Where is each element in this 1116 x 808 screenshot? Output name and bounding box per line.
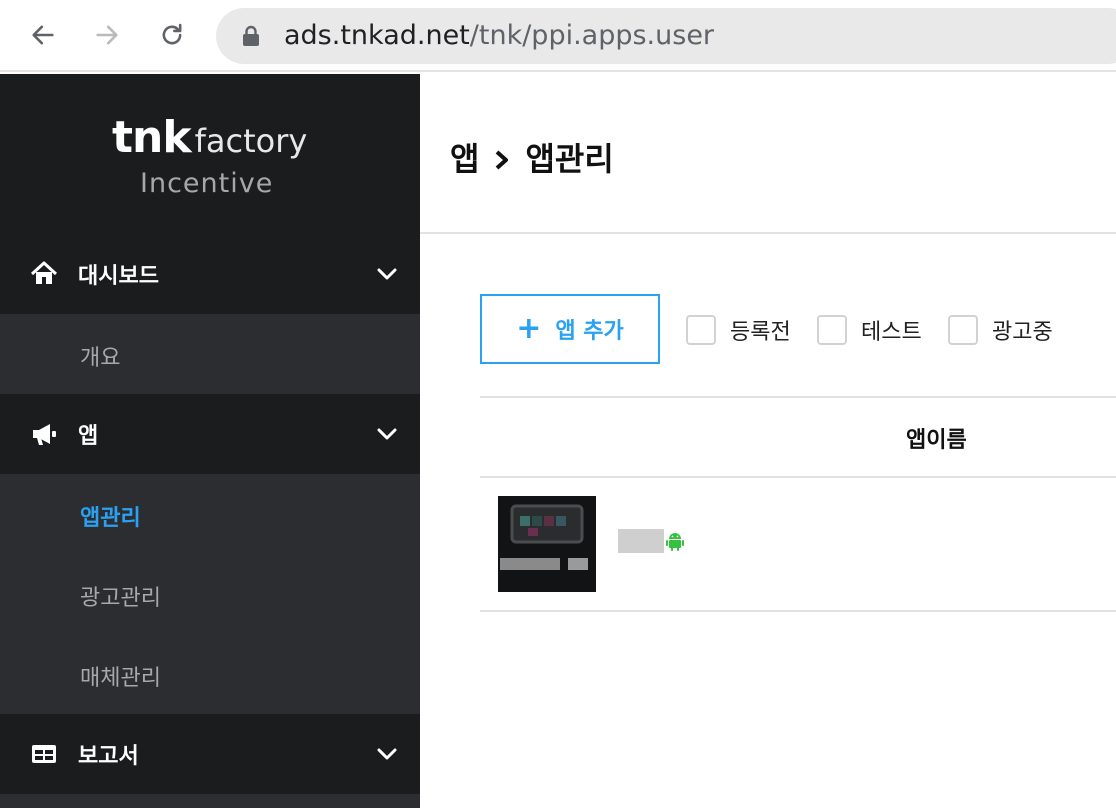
android-icon <box>666 533 684 551</box>
checkbox[interactable] <box>686 315 716 345</box>
sidebar-item-app-management[interactable]: 앱관리 <box>0 474 420 554</box>
sidebar-item-label: 앱관리 <box>80 506 141 531</box>
reload-icon <box>162 23 182 45</box>
sidebar-section-label: 보고서 <box>78 744 139 769</box>
filter-advertising[interactable]: 광고중 <box>948 314 1053 346</box>
chevron-down-icon <box>377 268 397 280</box>
chevron-right-icon <box>496 150 509 170</box>
forward-button[interactable] <box>90 18 124 52</box>
arrow-right-icon <box>96 25 118 45</box>
page-title: 앱관리 <box>525 140 614 178</box>
checkbox[interactable] <box>948 315 978 345</box>
logo-wordmark: tnk factory <box>112 112 308 163</box>
column-header-app-name[interactable]: 앱이름 <box>906 422 967 454</box>
filter-test[interactable]: 테스트 <box>817 314 922 346</box>
app-icon-thumbnail[interactable] <box>498 496 596 592</box>
lock-icon <box>243 25 259 46</box>
reload-button[interactable] <box>155 18 189 52</box>
sidebar-item-overview[interactable]: 개요 <box>0 314 420 394</box>
table-row[interactable] <box>480 478 1116 612</box>
home-icon <box>30 261 58 284</box>
logo-subtitle: Incentive <box>140 168 274 199</box>
filter-label: 테스트 <box>861 320 922 345</box>
url-text: ads.tnkad.net/tnk/ppi.apps.user <box>284 20 715 51</box>
filter-label: 등록전 <box>730 320 791 345</box>
megaphone-icon <box>33 424 56 445</box>
sidebar-section-reports[interactable]: 보고서 <box>0 714 420 794</box>
sidebar-item-partial <box>0 794 420 808</box>
plus-icon: + <box>516 311 542 346</box>
sidebar-section-label: 대시보드 <box>78 264 159 289</box>
breadcrumb-parent[interactable]: 앱 <box>450 140 479 178</box>
header-divider <box>420 232 1116 234</box>
chevron-down-icon <box>377 428 397 440</box>
filter-label: 광고중 <box>992 320 1053 345</box>
sidebar-section-dashboard[interactable]: 대시보드 <box>0 234 420 314</box>
add-app-button[interactable]: + 앱 추가 <box>480 294 660 364</box>
sidebar-item-label: 광고관리 <box>80 586 161 611</box>
sidebar-section-app[interactable]: 앱 <box>0 394 420 474</box>
app-name-link[interactable] <box>618 529 664 553</box>
address-bar[interactable]: ads.tnkad.net/tnk/ppi.apps.user <box>216 8 1116 64</box>
app-icon-image <box>498 496 596 592</box>
breadcrumb: 앱 앱관리 <box>450 134 614 180</box>
chevron-down-icon <box>377 748 397 760</box>
add-app-label: 앱 추가 <box>555 319 624 344</box>
back-button[interactable] <box>26 18 60 52</box>
browser-toolbar: ads.tnkad.net/tnk/ppi.apps.user <box>0 0 1116 72</box>
checkbox[interactable] <box>817 315 847 345</box>
sidebar-item-label: 매체관리 <box>80 666 161 691</box>
sidebar: tnk factory Incentive 대시보드 개요 앱 앱관리 광고관리 … <box>0 74 420 808</box>
table-header: 앱이름 <box>480 396 1116 478</box>
brand-logo[interactable]: tnk factory Incentive <box>0 74 420 234</box>
sidebar-section-label: 앱 <box>78 424 99 449</box>
table-icon <box>32 745 56 763</box>
sidebar-item-media-management[interactable]: 매체관리 <box>0 634 420 714</box>
filter-before-registration[interactable]: 등록전 <box>686 314 791 346</box>
main-content: 앱 앱관리 + 앱 추가 등록전 테스트 광고중 앱이름 <box>420 74 1116 808</box>
arrow-left-icon <box>32 25 54 45</box>
sidebar-item-ad-management[interactable]: 광고관리 <box>0 554 420 634</box>
sidebar-item-label: 개요 <box>80 346 121 371</box>
